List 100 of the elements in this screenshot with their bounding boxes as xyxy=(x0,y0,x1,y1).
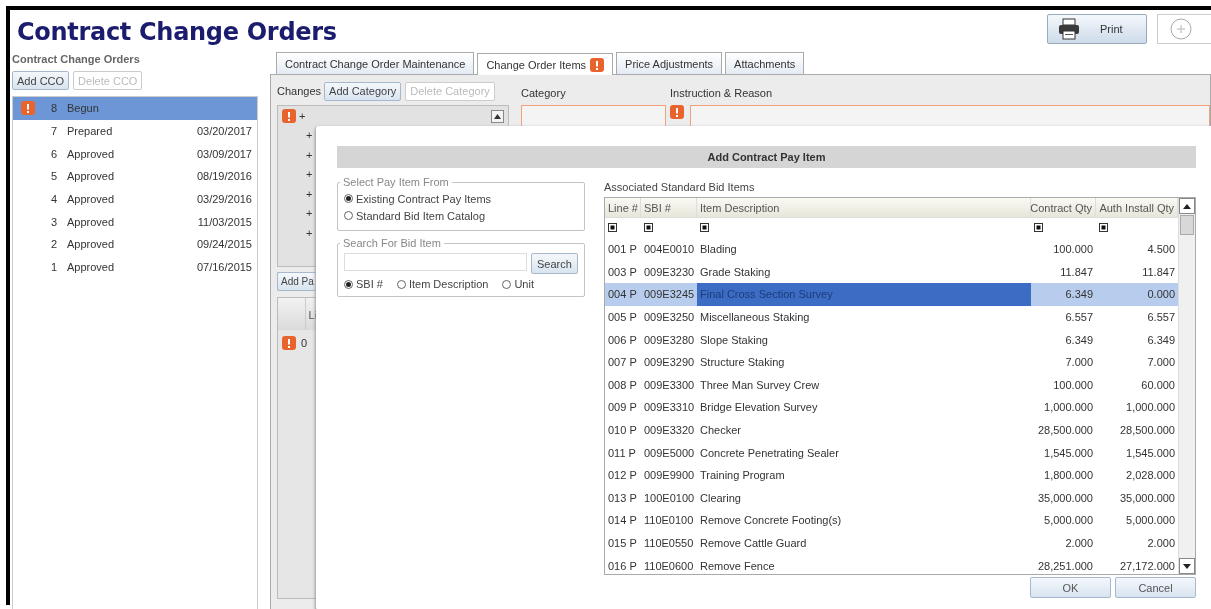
instruction-field[interactable] xyxy=(690,105,1210,127)
table-row[interactable]: 008 P 009E3300 Three Man Survey Crew 100.000 60.000 xyxy=(605,373,1178,397)
column-header: Li xyxy=(307,308,317,323)
field-label: Category xyxy=(521,86,567,101)
table-cell-text: 008 P xyxy=(607,378,638,391)
filter-icon[interactable] xyxy=(1034,223,1043,232)
table-row[interactable]: 014 P 110E0100 Remove Concrete Footing(s) 5,000.000 5,000.000 xyxy=(605,509,1178,532)
radio-icon[interactable] xyxy=(344,211,353,220)
table-cell-text: 4.500 xyxy=(1146,243,1176,256)
order-number: 5 xyxy=(49,170,57,183)
table-cell-text: 6.349 xyxy=(1064,288,1094,301)
table-row[interactable]: 013 P 100E0100 Clearing 35,000.000 35,000.000 xyxy=(605,486,1178,510)
category-field[interactable] xyxy=(521,105,666,127)
print-button[interactable]: Print xyxy=(1047,14,1147,44)
expand-toggle[interactable]: + xyxy=(306,207,313,220)
order-status: Approved xyxy=(67,261,116,274)
table-row[interactable]: 001 P 004E0010 Blading 100.000 4.500 xyxy=(605,238,1178,261)
table-row[interactable]: 016 P 110E0600 Remove Fence 28,251.000 27,172.000 xyxy=(605,554,1178,574)
table-cell-text: 7.000 xyxy=(1064,356,1094,369)
expand-toggle[interactable]: + xyxy=(306,148,313,161)
filter-icon[interactable] xyxy=(608,223,617,232)
expand-toggle[interactable]: + xyxy=(306,226,313,239)
table-row[interactable]: 005 P 009E3250 Miscellaneous Staking 6.557 6.557 xyxy=(605,305,1178,329)
radio-icon[interactable] xyxy=(344,279,353,289)
expand-toggle[interactable]: + xyxy=(299,109,306,122)
column-header[interactable]: Item Description xyxy=(697,198,1031,217)
table-cell-text: 009E3230 xyxy=(643,265,696,278)
table-row[interactable]: 006 P 009E3280 Slope Staking 6.349 6.349 xyxy=(605,328,1178,351)
order-date: 03/20/2017 xyxy=(196,125,253,138)
table-row[interactable]: 015 P 110E0550 Remove Cattle Guard 2.000 2.000 xyxy=(605,531,1178,555)
radio-icon[interactable] xyxy=(396,279,406,289)
column-header[interactable]: Line # xyxy=(605,198,641,217)
table-cell-text: 6.349 xyxy=(1146,333,1176,346)
table-cell-text: 009 P xyxy=(607,401,638,414)
order-number: 7 xyxy=(49,125,57,138)
filter-icon[interactable] xyxy=(644,223,653,232)
table-cell-text: 009E9900 xyxy=(643,469,696,482)
order-status: Begun xyxy=(67,102,100,115)
table-cell-text: 004 P xyxy=(607,288,638,301)
table-row[interactable]: 009 P 009E3310 Bridge Elevation Survey 1,000.000 1,000.000 xyxy=(605,396,1178,419)
list-row[interactable]: 1 Approved 07/16/2015 xyxy=(13,255,257,279)
radio-option[interactable]: SBI # xyxy=(344,278,383,290)
table-row[interactable]: 010 P 009E3320 Checker 28,500.000 28,500.000 xyxy=(605,418,1178,442)
table-row[interactable]: 003 P 009E3230 Grade Staking 11.847 11.847 xyxy=(605,260,1178,284)
group-title: Select Pay Item From xyxy=(342,176,450,188)
button[interactable]: Add Category xyxy=(324,81,402,101)
table-row[interactable]: 007 P 009E3290 Structure Staking 7.000 7.000 xyxy=(605,350,1178,374)
list-row[interactable]: 2 Approved 09/24/2015 xyxy=(13,233,257,256)
radio-option[interactable]: Unit xyxy=(502,278,534,290)
table-row[interactable]: 004 P 009E3245 Final Cross Section Survey 6.349 0.000 xyxy=(605,283,1178,306)
radio-icon[interactable] xyxy=(344,194,353,203)
order-date: 08/19/2016 xyxy=(196,170,253,183)
radio-option[interactable]: Existing Contract Pay Items xyxy=(344,190,578,207)
column-header[interactable]: SBI # xyxy=(641,198,697,217)
order-date: 03/09/2017 xyxy=(196,147,253,160)
list-row[interactable]: 3 Approved 11/03/2015 xyxy=(13,210,257,234)
scroll-down-icon[interactable] xyxy=(1179,558,1195,574)
expand-toggle[interactable]: + xyxy=(306,187,313,200)
tab[interactable]: Price Adjustments xyxy=(616,52,723,74)
button[interactable]: Add CCO xyxy=(12,71,70,90)
button[interactable]: Add Pa xyxy=(277,272,316,291)
table-cell-text: 009E3245 xyxy=(643,288,696,301)
expand-toggle[interactable]: + xyxy=(306,129,313,142)
list-row[interactable]: 6 Approved 03/09/2017 xyxy=(13,142,257,166)
table-row[interactable]: 012 P 009E9900 Training Program 1,800.000 2,028.000 xyxy=(605,463,1178,487)
list-row[interactable]: 4 Approved 03/29/2016 xyxy=(13,187,257,211)
order-status: Approved xyxy=(67,147,116,160)
filter-icon[interactable] xyxy=(700,223,709,232)
table-cell-text: Clearing xyxy=(699,491,742,504)
table-row[interactable]: 011 P 009E5000 Concrete Penetrating Sealer 1,545.000 1,545.000 xyxy=(605,441,1178,464)
table-cell-text: 60.000 xyxy=(1140,378,1176,391)
tab[interactable]: Change Order Items xyxy=(477,53,614,75)
search-field[interactable] xyxy=(344,253,527,271)
order-number: 6 xyxy=(49,147,57,160)
radio-option[interactable]: Standard Bid Item Catalog xyxy=(344,207,578,224)
list-row[interactable]: 5 Approved 08/19/2016 xyxy=(13,165,257,188)
table-cell-text: 2.000 xyxy=(1146,537,1176,549)
order-number: 3 xyxy=(49,215,57,228)
table-cell-text: 6.349 xyxy=(1064,333,1094,346)
list-row[interactable]: 8 Begun xyxy=(13,97,257,120)
list-row[interactable]: 7 Prepared 03/20/2017 xyxy=(13,119,257,143)
order-number: 8 xyxy=(49,102,57,115)
scroll-up-icon[interactable] xyxy=(1179,198,1195,214)
expand-toggle[interactable]: + xyxy=(306,168,313,181)
field-label: Instruction & Reason xyxy=(670,86,774,101)
button[interactable]: Cancel xyxy=(1115,577,1196,598)
order-date: 07/16/2015 xyxy=(196,261,253,274)
scroll-up-icon[interactable] xyxy=(491,110,504,123)
table-cell-text: Blading xyxy=(699,243,738,256)
tab[interactable]: Contract Change Order Maintenance xyxy=(276,52,475,74)
tab[interactable]: Attachments xyxy=(725,52,805,74)
radio-icon[interactable] xyxy=(502,279,512,289)
filter-icon[interactable] xyxy=(1099,223,1108,232)
scroll-thumb[interactable] xyxy=(1180,215,1194,235)
search-button[interactable]: Search xyxy=(531,253,578,274)
button[interactable]: OK xyxy=(1030,577,1111,598)
order-number: 2 xyxy=(49,238,57,251)
radio-option[interactable]: Item Description xyxy=(396,278,489,290)
column-header[interactable]: Contract Qty xyxy=(1031,198,1096,217)
scrollbar[interactable] xyxy=(1178,198,1195,574)
